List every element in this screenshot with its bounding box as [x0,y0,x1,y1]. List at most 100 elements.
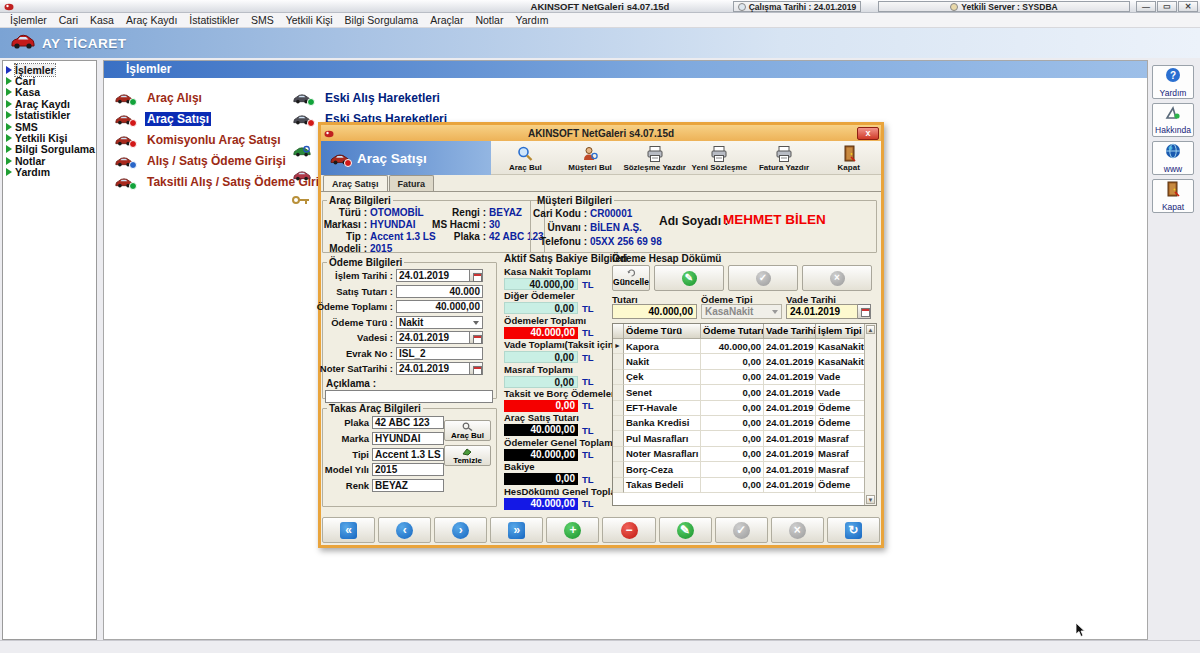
sidebar-item[interactable]: Araç Kaydı [4,98,95,109]
exit-button[interactable]: Kapat [1152,179,1194,213]
table-row[interactable]: Takas Bedeli 0,00 24.01.2019 Ödeme [613,478,865,493]
sidebar-item[interactable]: Yetkili Kişi [4,132,95,143]
col-islem-tipi[interactable]: İşlem Tipi [816,324,865,339]
sidebar-item[interactable]: Notlar [4,155,95,166]
field-input[interactable]: 2015 [372,463,444,476]
yeni-sozlesme-button[interactable]: Yeni Sözleşme [687,141,752,175]
arac-bul-button[interactable]: Araç Bul [493,141,558,175]
field-input[interactable]: ISL_2 [396,347,483,360]
menu-item[interactable]: Notlar [469,14,509,26]
aciklama-input[interactable] [325,390,493,403]
maximize-button[interactable]: ▭ [1157,1,1177,12]
menu-item[interactable]: Araçlar [424,14,469,26]
sidebar-item[interactable]: Cari [4,75,95,86]
sidebar-item[interactable]: Bilgi Sorgulama [4,144,95,155]
delete-record-button[interactable]: − [602,517,655,543]
arrow-icon [6,88,12,96]
cancel-button[interactable]: × [771,517,824,543]
scroll-down-icon[interactable]: ▼ [866,495,875,504]
car-search-icon[interactable] [292,144,312,162]
confirm-button[interactable]: ✓ [715,517,768,543]
menu-item[interactable]: SMS [245,14,280,26]
field-input[interactable]: Nakit [396,316,483,329]
col-vade-tarihi[interactable]: Vade Tarihi [764,324,816,339]
kaydet-button[interactable]: ✎ [654,265,724,291]
nav-prev-button[interactable]: ‹ [378,517,431,543]
field-input[interactable]: Accent 1.3 LS [372,448,444,461]
guncelle-button[interactable]: Güncelle [612,265,650,291]
musteri-bul-button[interactable]: Müşteri Bul [558,141,623,175]
table-row[interactable]: Pul Masrafları 0,00 24.01.2019 Masraf [613,431,865,446]
field-input[interactable]: 24.01.2019 [396,331,470,344]
table-row[interactable]: Kapora 40.000,00 24.01.2019 KasaNakit [613,339,865,354]
sidebar-item[interactable]: Yardım [4,167,95,178]
table-row[interactable]: Borç-Ceza 0,00 24.01.2019 Masraf [613,462,865,477]
about-button[interactable]: Hakkında [1152,103,1194,137]
menu-item[interactable]: Yetkili Kişi [280,14,339,26]
close-button[interactable]: ✕ [1178,1,1198,12]
scroll-up-icon[interactable]: ▲ [866,325,875,334]
temizle-button[interactable]: Temizle [444,445,491,466]
iptal-button[interactable]: × [802,265,872,291]
menu-item[interactable]: Kasa [84,14,120,26]
refresh-button[interactable]: ↻ [827,517,880,543]
edit-record-button[interactable]: ✎ [659,517,712,543]
field-input[interactable]: 42 ABC 123 [372,416,444,429]
www-button[interactable]: www [1152,141,1194,175]
nav-next-button[interactable]: › [434,517,487,543]
server-panel[interactable]: Yetkili Server : SYSDBA [878,1,1130,12]
dialog-body: Araç Bilgileri Türü : OTOMOBİL Rengi : B… [321,191,881,515]
key-icon[interactable] [292,192,310,210]
col-odeme-tutari[interactable]: Ödeme Tutarı [701,324,764,339]
help-button[interactable]: ? Yardım [1152,65,1194,99]
calendar-button[interactable] [470,331,483,344]
field-input[interactable]: BEYAZ [372,479,444,492]
field-input[interactable]: 24.01.2019 [396,362,470,375]
sidebar-item[interactable]: İşlemler [4,64,95,75]
table-row[interactable]: Nakit 0,00 24.01.2019 KasaNakit [613,354,865,369]
calendar-button[interactable] [470,269,483,282]
table-scrollbar[interactable]: ▲ ▼ [864,324,876,505]
nav-last-button[interactable]: » [490,517,543,543]
nav-first-button[interactable]: « [322,517,375,543]
dialog-close-button[interactable]: x [857,127,879,140]
sidebar-item[interactable]: SMS [4,121,95,132]
kapat-button[interactable]: Kapat [816,141,881,175]
minimize-button[interactable]: — [1136,1,1156,12]
takas-arac-bul-button[interactable]: Araç Bul [444,420,491,441]
table-row[interactable]: Senet 0,00 24.01.2019 Vade [613,385,865,400]
dialog-titlebar[interactable]: AKINSOFT NetGaleri s4.07.15d x [321,125,881,141]
sidebar-item[interactable]: Kasa [4,87,95,98]
menu-item[interactable]: İşlemler [4,14,53,26]
field-input[interactable]: 40.000,00 [396,300,483,313]
table-row[interactable]: Banka Kredisi 0,00 24.01.2019 Ödeme [613,416,865,431]
tab-fatura[interactable]: Fatura [389,175,435,191]
fatura-yazdir-button[interactable]: Fatura Yazdır [752,141,817,175]
menu-item[interactable]: Bilgi Sorgulama [339,14,425,26]
sidebar-item[interactable]: İstatistikler [4,110,95,121]
odeme-tipi-select[interactable]: KasaNakit [701,304,782,319]
vade-tarihi-input[interactable]: 24.01.2019 [786,304,858,319]
sozlesme-yazdir-button[interactable]: Sözleşme Yazdır [622,141,687,175]
work-date-panel[interactable]: Çalışma Tarihi : 24.01.2019 [733,1,861,12]
table-row[interactable]: EFT-Havale 0,00 24.01.2019 Ödeme [613,401,865,416]
tutari-input[interactable]: 40.000,00 [612,304,697,319]
col-odeme-turu[interactable]: Ödeme Türü [624,324,701,339]
add-record-button[interactable]: + [546,517,599,543]
menu-item[interactable]: Yardım [509,14,554,26]
onayla-button[interactable]: ✓ [728,265,798,291]
field-input[interactable]: 24.01.2019 [396,269,470,282]
tab-arac-satisi[interactable]: Araç Satışı [323,175,388,191]
table-row[interactable]: Noter Masrafları 0,00 24.01.2019 Masraf [613,447,865,462]
menu-item[interactable]: Araç Kaydı [120,14,183,26]
menu-item[interactable]: Cari [53,14,84,26]
table-row[interactable]: Çek 0,00 24.01.2019 Vade [613,370,865,385]
calendar-button[interactable] [858,304,871,319]
car-report-icon[interactable] [292,168,312,186]
menu-item[interactable]: İstatistikler [183,14,245,26]
field-input[interactable]: HYUNDAI [372,432,444,445]
field-input[interactable]: 40.000 [396,285,483,298]
menu-link[interactable]: Eski Alış Hareketleri [292,87,449,108]
calendar-button[interactable] [470,362,483,375]
add-icon: + [564,522,581,539]
